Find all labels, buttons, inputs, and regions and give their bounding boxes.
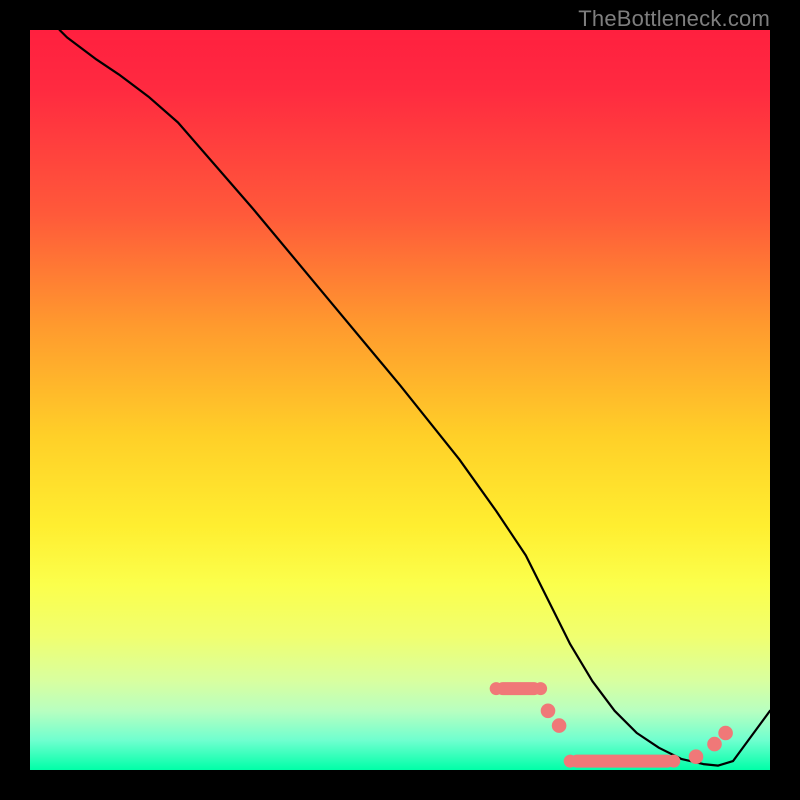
marker-dot [707, 737, 722, 752]
marker-bar [496, 682, 540, 695]
attribution-text: TheBottleneck.com [578, 6, 770, 32]
marker-dot [541, 704, 556, 719]
marker-bar [570, 755, 674, 768]
bottleneck-curve-line [60, 30, 770, 766]
marker-dot [718, 726, 733, 741]
highlight-markers [490, 682, 733, 768]
chart-svg [30, 30, 770, 770]
marker-dot [689, 749, 704, 764]
plot-area [30, 30, 770, 770]
marker-dot [552, 718, 567, 733]
chart-frame: TheBottleneck.com [0, 0, 800, 800]
